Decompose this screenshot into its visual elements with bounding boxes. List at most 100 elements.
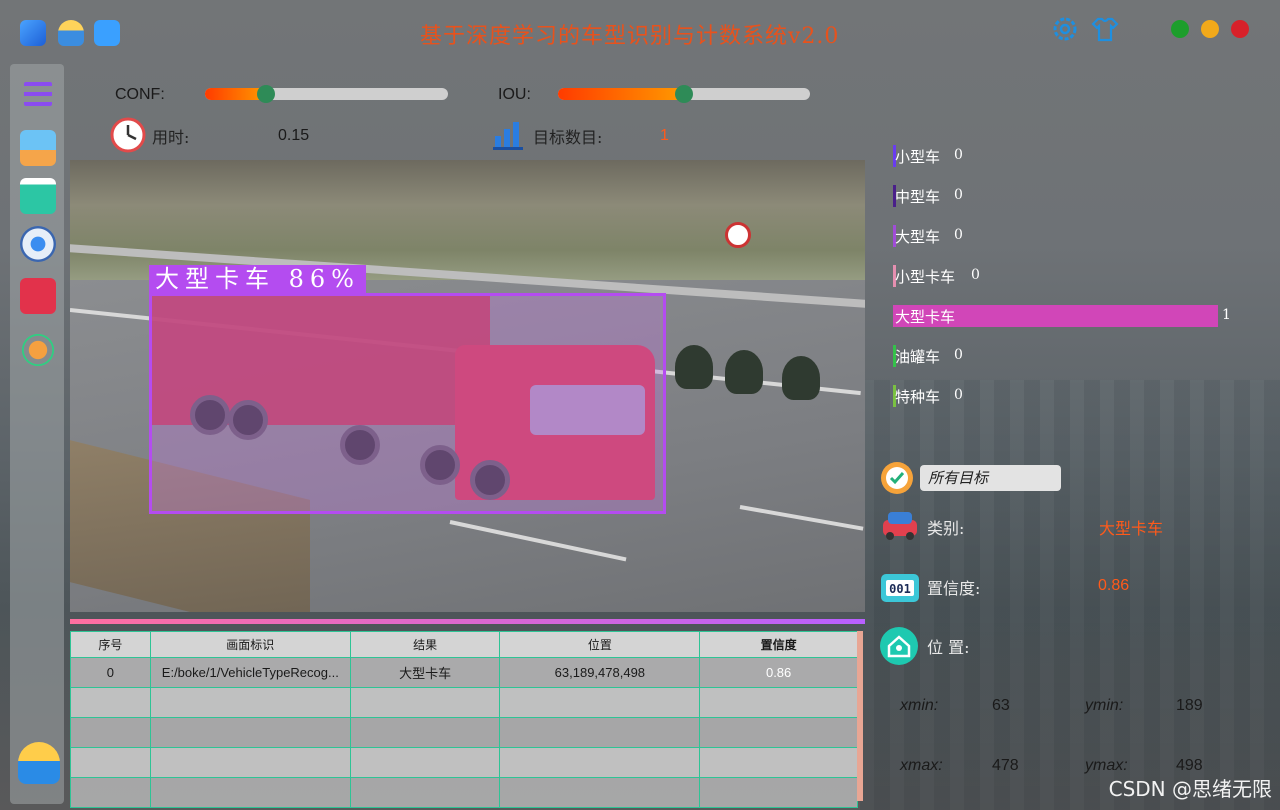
empty-cell[interactable] bbox=[699, 717, 858, 748]
bar-chart-icon bbox=[493, 122, 523, 150]
empty-cell[interactable] bbox=[349, 717, 501, 748]
empty-cell[interactable] bbox=[70, 717, 151, 748]
column-header[interactable]: 序号 bbox=[70, 631, 151, 658]
class-count-row: 油罐车 0 bbox=[893, 345, 963, 367]
ymin-label: ymin: bbox=[1085, 697, 1124, 714]
profile-avatar-icon[interactable] bbox=[18, 742, 60, 784]
target-select[interactable]: 所有目标 bbox=[920, 465, 1061, 491]
cell-position[interactable]: 63,189,478,498 bbox=[499, 657, 701, 688]
table-row[interactable] bbox=[70, 747, 858, 778]
bush bbox=[782, 356, 820, 400]
close-button[interactable] bbox=[1231, 20, 1249, 38]
elapsed-time-value: 0.15 bbox=[278, 127, 310, 144]
title-bar: 基于深度学习的车型识别与计数系统v2.0 bbox=[0, 0, 1280, 62]
cell-confidence[interactable]: 0.86 bbox=[699, 657, 858, 688]
minimize-button[interactable] bbox=[1201, 20, 1219, 38]
class-count-name: 特种车 bbox=[895, 388, 941, 406]
empty-cell[interactable] bbox=[70, 747, 151, 778]
class-label: 类别: bbox=[927, 519, 965, 538]
empty-cell[interactable] bbox=[699, 687, 858, 718]
empty-cell[interactable] bbox=[149, 687, 351, 718]
check-target-icon bbox=[881, 462, 913, 494]
confidence-value: 0.86 bbox=[1098, 577, 1130, 594]
class-count-name: 中型车 bbox=[895, 188, 941, 206]
car-icon bbox=[883, 512, 917, 540]
empty-cell[interactable] bbox=[699, 747, 858, 778]
user-icon[interactable] bbox=[58, 20, 84, 46]
bush bbox=[725, 350, 763, 394]
table-row[interactable] bbox=[70, 687, 858, 718]
empty-cell[interactable] bbox=[349, 747, 501, 778]
conf-slider[interactable] bbox=[205, 85, 448, 103]
background-cityscape bbox=[860, 380, 1280, 810]
class-count-value: 1 bbox=[1222, 307, 1231, 323]
model-icon[interactable] bbox=[20, 332, 56, 368]
results-table: 序号 画面标识 结果 位置 置信度 0 E:/boke/1/VehicleTyp… bbox=[70, 631, 858, 808]
table-header-row: 序号 画面标识 结果 位置 置信度 bbox=[70, 631, 858, 658]
empty-cell[interactable] bbox=[499, 717, 701, 748]
location-home-icon bbox=[880, 627, 918, 665]
theme-shirt-icon[interactable] bbox=[1090, 14, 1120, 44]
empty-cell[interactable] bbox=[499, 777, 701, 808]
empty-cell[interactable] bbox=[70, 777, 151, 808]
class-count-row: 小型卡车 0 bbox=[893, 265, 980, 287]
column-header[interactable]: 位置 bbox=[499, 631, 701, 658]
empty-cell[interactable] bbox=[499, 687, 701, 718]
class-count-row: 特种车 0 bbox=[893, 385, 963, 407]
counter-display-icon: 001 bbox=[881, 574, 919, 602]
settings-gear-icon[interactable] bbox=[1050, 14, 1080, 44]
watermark: CSDN @思绪无限 bbox=[1108, 777, 1272, 801]
empty-cell[interactable] bbox=[149, 747, 351, 778]
class-count-row: 小型车 0 bbox=[893, 145, 963, 167]
target-count-label: 目标数目: bbox=[533, 128, 603, 147]
maximize-button[interactable] bbox=[1171, 20, 1189, 38]
clock-icon bbox=[110, 117, 146, 153]
iou-slider-handle[interactable] bbox=[675, 85, 693, 103]
empty-cell[interactable] bbox=[149, 777, 351, 808]
xmin-label: xmin: bbox=[900, 697, 939, 714]
empty-cell[interactable] bbox=[499, 747, 701, 778]
ymin-value: 189 bbox=[1176, 697, 1203, 714]
detection-box bbox=[149, 293, 666, 514]
chat-icon[interactable] bbox=[94, 20, 120, 46]
cell-index[interactable]: 0 bbox=[70, 657, 151, 688]
svg-text:001: 001 bbox=[889, 582, 911, 596]
position-label: 位 置: bbox=[927, 638, 970, 657]
empty-cell[interactable] bbox=[149, 717, 351, 748]
cell-source[interactable]: E:/boke/1/VehicleTypeRecog... bbox=[149, 657, 351, 688]
open-folder-icon[interactable] bbox=[20, 178, 56, 214]
cell-result[interactable]: 大型卡车 bbox=[349, 657, 501, 688]
empty-cell[interactable] bbox=[349, 687, 501, 718]
column-header[interactable]: 置信度 bbox=[699, 631, 858, 658]
video-icon[interactable] bbox=[20, 278, 56, 314]
class-value: 大型卡车 bbox=[1099, 519, 1164, 538]
table-row[interactable] bbox=[70, 717, 858, 748]
app-title: 基于深度学习的车型识别与计数系统v2.0 bbox=[420, 24, 840, 49]
class-count-name: 大型卡车 bbox=[895, 308, 956, 326]
column-header[interactable]: 结果 bbox=[349, 631, 501, 658]
video-progress-bar bbox=[70, 619, 865, 624]
class-count-value: 0 bbox=[954, 227, 963, 243]
iou-label: IOU: bbox=[498, 86, 531, 103]
app-logo-icon bbox=[20, 20, 46, 46]
column-header[interactable]: 画面标识 bbox=[149, 631, 351, 658]
class-count-name: 大型车 bbox=[895, 228, 941, 246]
table-row[interactable] bbox=[70, 777, 858, 808]
table-scrollbar[interactable] bbox=[857, 631, 863, 801]
empty-cell[interactable] bbox=[70, 687, 151, 718]
class-count-value: 0 bbox=[954, 187, 963, 203]
conf-slider-handle[interactable] bbox=[257, 85, 275, 103]
camera-icon[interactable] bbox=[20, 226, 56, 262]
open-image-icon[interactable] bbox=[20, 130, 56, 166]
table-row[interactable]: 0 E:/boke/1/VehicleTypeRecog... 大型卡车 63,… bbox=[70, 657, 858, 688]
class-count-value: 0 bbox=[954, 347, 963, 363]
iou-slider[interactable] bbox=[558, 85, 810, 103]
xmax-label: xmax: bbox=[900, 757, 943, 774]
class-count-name: 小型卡车 bbox=[895, 268, 956, 286]
empty-cell[interactable] bbox=[349, 777, 501, 808]
class-count-row: 大型卡车 1 bbox=[893, 305, 1231, 327]
sidebar bbox=[10, 64, 64, 804]
empty-cell[interactable] bbox=[699, 777, 858, 808]
bush bbox=[675, 345, 713, 389]
menu-icon[interactable] bbox=[24, 82, 52, 106]
